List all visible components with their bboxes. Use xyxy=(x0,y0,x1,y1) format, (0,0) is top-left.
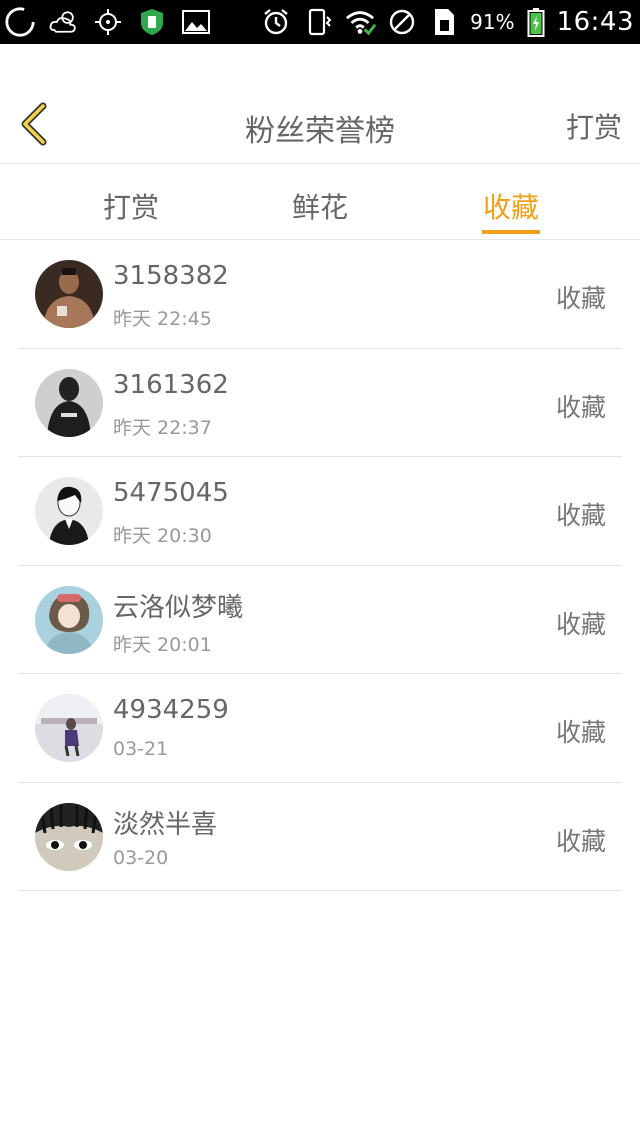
tab-underline xyxy=(482,230,540,234)
list-item-name: 云洛似梦曦 xyxy=(113,592,244,623)
list-item-action: 收藏 xyxy=(555,392,606,422)
list-item-time: 昨天 20:30 xyxy=(113,525,212,547)
shield-app-icon xyxy=(136,6,168,38)
title-bar: 粉丝荣誉榜 打赏 xyxy=(0,44,640,164)
list-item-name: 4934259 xyxy=(113,695,229,725)
avatar xyxy=(35,585,103,654)
vibrate-icon xyxy=(302,6,334,38)
no-disturb-icon xyxy=(386,6,418,38)
list-item-action: 收藏 xyxy=(555,826,606,856)
status-bar: 91% 16:43 xyxy=(0,0,640,44)
list-item[interactable]: 3158382 昨天 22:45 收藏 xyxy=(18,240,622,349)
list-item[interactable]: 4934259 03-21 收藏 xyxy=(18,674,622,783)
list-item-name: 3158382 xyxy=(113,261,229,291)
weather-icon xyxy=(48,6,80,38)
status-bar-right: 91% 16:43 xyxy=(260,4,634,40)
list-item-time: 昨天 22:45 xyxy=(113,308,212,330)
tab-flowers[interactable]: 鲜花 xyxy=(250,164,390,240)
avatar xyxy=(35,260,103,328)
status-bar-left xyxy=(4,4,212,40)
list-item-action: 收藏 xyxy=(555,609,606,639)
tab-reward[interactable]: 打赏 xyxy=(61,164,201,240)
reward-button[interactable]: 打赏 xyxy=(566,106,622,146)
list-item-action: 收藏 xyxy=(555,718,606,747)
list-item[interactable]: 3161362 昨天 22:37 收藏 xyxy=(18,349,622,457)
battery-charging-icon xyxy=(525,6,547,38)
list-item-time: 03-21 xyxy=(113,738,169,760)
list-item[interactable]: 云洛似梦曦 昨天 20:01 收藏 xyxy=(18,566,622,674)
clock: 16:43 xyxy=(556,7,634,37)
battery-percent: 91% xyxy=(470,10,515,34)
tab-label: 鲜花 xyxy=(291,191,348,224)
tab-favorites[interactable]: 收藏 xyxy=(441,164,581,240)
avatar xyxy=(35,802,103,871)
avatar xyxy=(35,477,103,545)
list-item-name: 5475045 xyxy=(113,478,229,508)
avatar xyxy=(35,694,103,762)
avatar xyxy=(35,368,103,437)
list-item-time: 03-20 xyxy=(113,846,169,869)
loading-ring-icon xyxy=(4,6,36,38)
gps-icon xyxy=(92,6,124,38)
gallery-icon xyxy=(180,6,212,38)
sim-icon xyxy=(428,6,460,38)
list-item-name: 3161362 xyxy=(113,369,229,400)
list-item-time: 昨天 20:01 xyxy=(113,633,212,656)
tab-label: 打赏 xyxy=(102,191,159,224)
alarm-icon xyxy=(260,6,292,38)
list-item-time: 昨天 22:37 xyxy=(113,416,212,439)
list-item[interactable]: 5475045 昨天 20:30 收藏 xyxy=(18,457,622,566)
tab-bar: 打赏 鲜花 收藏 xyxy=(0,164,640,240)
page-title: 粉丝荣誉榜 xyxy=(245,114,395,149)
list-item[interactable]: 淡然半喜 03-20 收藏 xyxy=(18,783,622,891)
list-item-name: 淡然半喜 xyxy=(113,809,218,840)
list-item-action: 收藏 xyxy=(555,501,606,530)
tab-label: 收藏 xyxy=(482,191,539,224)
wifi-icon xyxy=(344,6,377,38)
list-item-action: 收藏 xyxy=(555,284,606,313)
fan-list: 3158382 昨天 22:45 收藏 3161362 昨天 22:37 收藏 … xyxy=(18,240,622,891)
